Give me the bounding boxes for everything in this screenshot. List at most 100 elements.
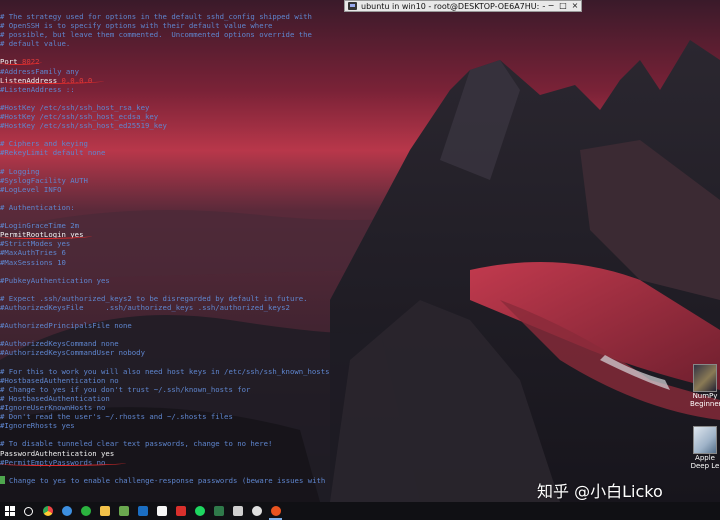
terminal-icon[interactable] [209, 502, 228, 520]
terminal-line-text: #AuthorizedKeysCommand none [0, 339, 119, 349]
terminal-line: # possible, but leave them commented. Un… [0, 30, 340, 39]
desktop-icon-label: Deep Le [690, 462, 720, 470]
terminal-line-text: #SyslogFacility AUTH [0, 175, 88, 185]
taskbar [0, 502, 720, 520]
terminal-line: #HostKey /etc/ssh/ssh_host_ed25519_key [0, 121, 340, 130]
apple-thumbnail [693, 426, 717, 454]
terminal-line: # Don't read the user's ~/.rhosts and ~/… [0, 412, 340, 421]
desktop-icon-numpy[interactable]: NumPy Beginner [690, 364, 720, 408]
window-title: ubuntu in win10 - root@DESKTOP-OE6A7HU: … [361, 1, 545, 11]
terminal-line-text: #AddressFamily any [0, 66, 80, 76]
terminal-line-text: #ListenAddress :: [0, 84, 75, 94]
terminal-line: #AddressFamily any [0, 67, 340, 76]
terminal-line-text: #LogLevel INFO [0, 184, 62, 194]
terminal-line-text: # default value. [0, 39, 71, 49]
terminal-line: #IgnoreRhosts yes [0, 421, 340, 430]
maximize-button[interactable]: □ [557, 1, 569, 11]
terminal-line: # Authentication: [0, 203, 340, 212]
terminal-line: #AuthorizedKeysCommand none [0, 339, 340, 348]
terminal-line-text: # Expect .ssh/authorized_keys2 to be dis… [0, 293, 308, 303]
terminal-line-text: #PubkeyAuthentication yes [0, 275, 110, 285]
terminal-line-text: #HostKey /etc/ssh/ssh_host_ecdsa_key [0, 112, 159, 122]
terminal-line: #MaxAuthTries 6 [0, 248, 340, 257]
terminal-line: #AuthorizedPrincipalsFile none [0, 321, 340, 330]
office-icon[interactable] [152, 502, 171, 520]
terminal-line-text: # Ciphers and keying [0, 139, 88, 149]
outlook-icon[interactable] [133, 502, 152, 520]
terminal-line-text: #HostbasedAuthentication no [0, 375, 119, 385]
settings-icon[interactable] [228, 502, 247, 520]
terminal-line: #LogLevel INFO [0, 185, 340, 194]
media-icon[interactable] [247, 502, 266, 520]
terminal-line-text: # HostbasedAuthentication [0, 393, 110, 403]
chrome-icon[interactable] [38, 502, 57, 520]
desktop-icon-label: Apple [695, 454, 715, 462]
terminal-line-text: # Authentication: [0, 202, 75, 212]
terminal-line-text: # The strategy used for options in the d… [0, 12, 312, 21]
terminal-line-text: # To disable tunneled clear text passwor… [0, 439, 273, 449]
text-cursor [0, 475, 5, 484]
start-icon[interactable] [0, 502, 19, 520]
wechat-icon[interactable] [76, 502, 95, 520]
desktop-icon-label: Beginner [690, 400, 720, 408]
terminal-line: PasswordAuthentication yes [0, 449, 340, 458]
terminal-line-text: # OpenSSH is to specify options with the… [0, 21, 273, 31]
numpy-thumbnail [693, 364, 717, 392]
minimize-button[interactable]: − [545, 1, 557, 11]
terminal-line-text: PasswordAuthentication yes [0, 448, 115, 458]
terminal-line-text: # Don't read the user's ~/.rhosts and ~/… [0, 412, 233, 422]
search-icon[interactable] [19, 502, 38, 520]
terminal-line: # Change to yes if you don't trust ~/.ss… [0, 385, 340, 394]
terminal-app-icon [348, 2, 357, 10]
spotify-icon[interactable] [190, 502, 209, 520]
desktop-icon-apple[interactable]: Apple Deep Le [690, 426, 720, 470]
terminal-line-text: # possible, but leave them commented. Un… [0, 30, 312, 40]
terminal-line: #SyslogFacility AUTH [0, 176, 340, 185]
terminal-line: Port 8022 [0, 57, 340, 66]
terminal-line: #StrictModes yes [0, 239, 340, 248]
terminal-title-bar[interactable]: ubuntu in win10 - root@DESKTOP-OE6A7HU: … [344, 0, 582, 12]
terminal-line: # Expect .ssh/authorized_keys2 to be dis… [0, 294, 340, 303]
red-app-icon[interactable] [171, 502, 190, 520]
terminal-line: #HostKey /etc/ssh/ssh_host_ecdsa_key [0, 112, 340, 121]
terminal-line: #RekeyLimit default none [0, 148, 340, 157]
terminal-line: #LoginGraceTime 2m [0, 221, 340, 230]
terminal-line-text: Change to yes to enable challenge-respon… [9, 475, 326, 485]
terminal-line: # OpenSSH is to specify options with the… [0, 21, 340, 30]
terminal-line: #PubkeyAuthentication yes [0, 276, 340, 285]
zhihu-watermark: 知乎 @小白Licko [537, 482, 663, 501]
terminal-line: # default value. [0, 39, 340, 48]
terminal-line-text: #MaxSessions 10 [0, 257, 66, 267]
terminal-line-text: #HostKey /etc/ssh/ssh_host_ed25519_key [0, 121, 167, 131]
app-icon[interactable] [114, 502, 133, 520]
terminal-line: # For this to work you will also need ho… [0, 367, 340, 376]
terminal-line: # The strategy used for options in the d… [0, 12, 340, 21]
terminal-line-text: # For this to work you will also need ho… [0, 366, 330, 376]
terminal-line: #AuthorizedKeysCommandUser nobody [0, 348, 340, 357]
folder-icon[interactable] [95, 502, 114, 520]
terminal-line: #HostbasedAuthentication no [0, 376, 340, 385]
terminal-line-text: #AuthorizedKeysFile .ssh/authorized_keys… [0, 303, 290, 312]
terminal-line: #MaxSessions 10 [0, 258, 340, 267]
terminal-line-text: #IgnoreRhosts yes [0, 421, 75, 431]
terminal-line-text: #IgnoreUserKnownHosts no [0, 403, 106, 413]
terminal-line: #IgnoreUserKnownHosts no [0, 403, 340, 412]
terminal-line-text: #MaxAuthTries 6 [0, 248, 66, 258]
ubuntu-icon[interactable] [266, 502, 285, 520]
desktop-icon-label: NumPy [692, 392, 718, 400]
terminal-line: #ListenAddress :: [0, 85, 340, 94]
browser-icon[interactable] [57, 502, 76, 520]
terminal-line: # HostbasedAuthentication [0, 394, 340, 403]
terminal-line-text: #LoginGraceTime 2m [0, 221, 80, 231]
close-button[interactable]: × [569, 1, 581, 11]
